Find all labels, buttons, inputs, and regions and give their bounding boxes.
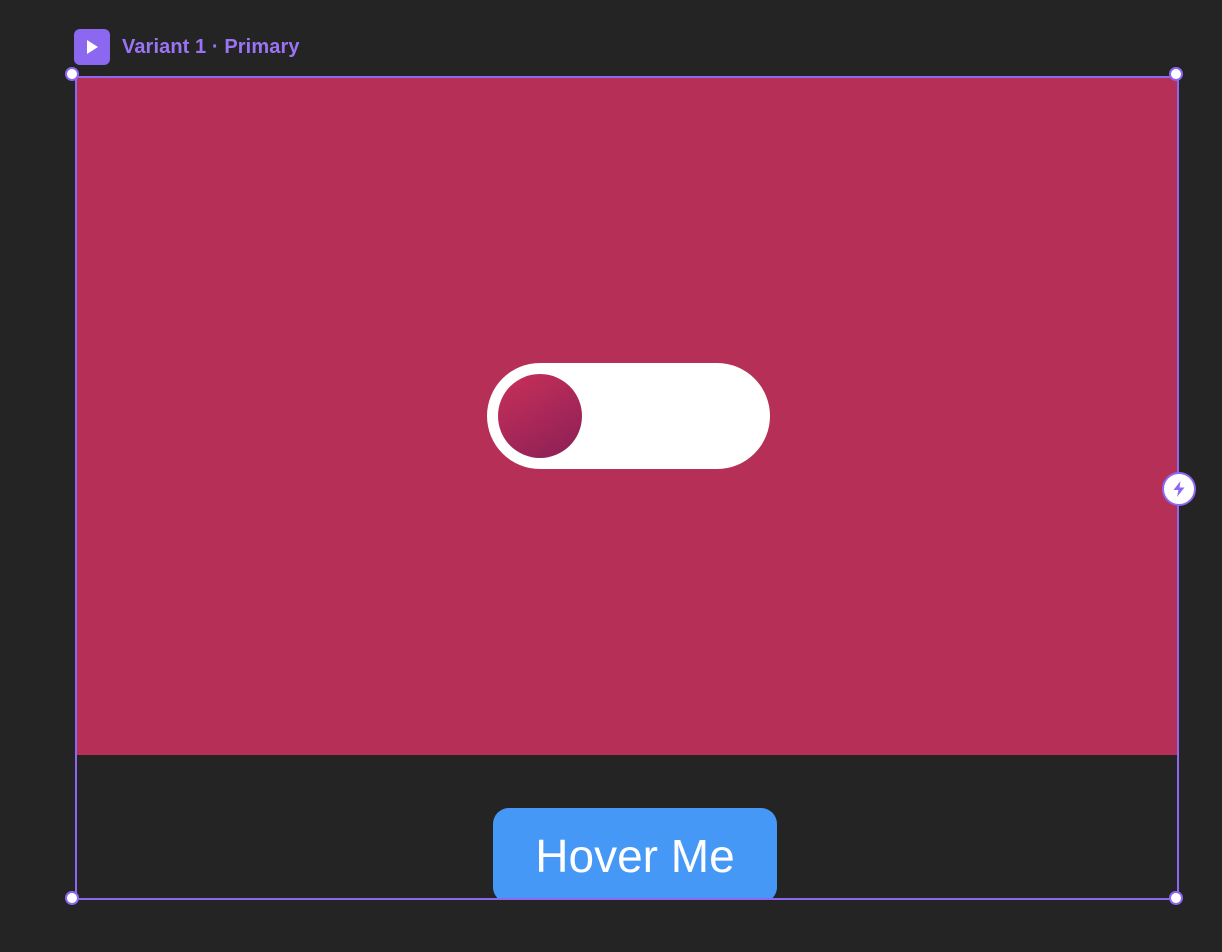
variant-name: Variant 1 · Primary (122, 35, 300, 58)
toggle-knob[interactable] (498, 374, 582, 458)
interaction-handle[interactable] (1162, 472, 1196, 506)
hero-section (77, 78, 1177, 755)
design-canvas: Variant 1 · Primary Hover Me (0, 0, 1222, 952)
resize-handle-top-left[interactable] (65, 67, 79, 81)
resize-handle-bottom-right[interactable] (1169, 891, 1183, 905)
toggle-switch[interactable] (487, 363, 770, 469)
lightning-icon (1173, 481, 1185, 497)
hover-me-button[interactable]: Hover Me (493, 808, 777, 898)
variant-label[interactable]: Variant 1 · Primary (74, 29, 300, 65)
play-icon[interactable] (74, 29, 110, 65)
resize-handle-bottom-left[interactable] (65, 891, 79, 905)
variant-frame[interactable]: Hover Me (75, 76, 1179, 900)
resize-handle-top-right[interactable] (1169, 67, 1183, 81)
